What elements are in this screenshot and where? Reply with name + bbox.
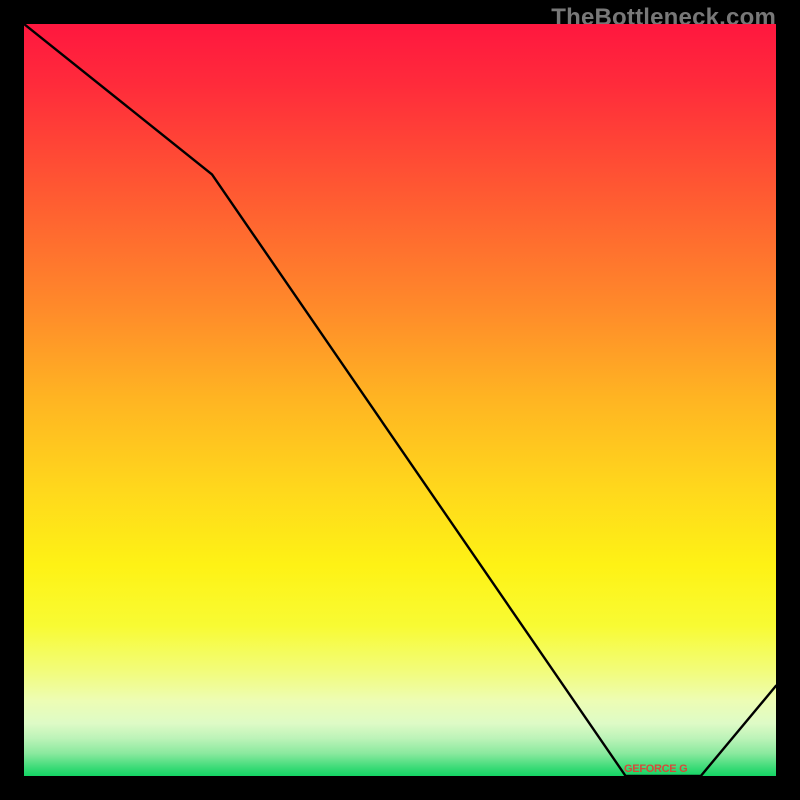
overlay-label: GEFORCE G xyxy=(624,763,687,775)
bottleneck-curve xyxy=(24,24,776,776)
curve-path xyxy=(24,24,776,776)
chart-frame: TheBottleneck.com GEFORCE G xyxy=(0,0,800,800)
plot-area: GEFORCE G xyxy=(24,24,776,776)
